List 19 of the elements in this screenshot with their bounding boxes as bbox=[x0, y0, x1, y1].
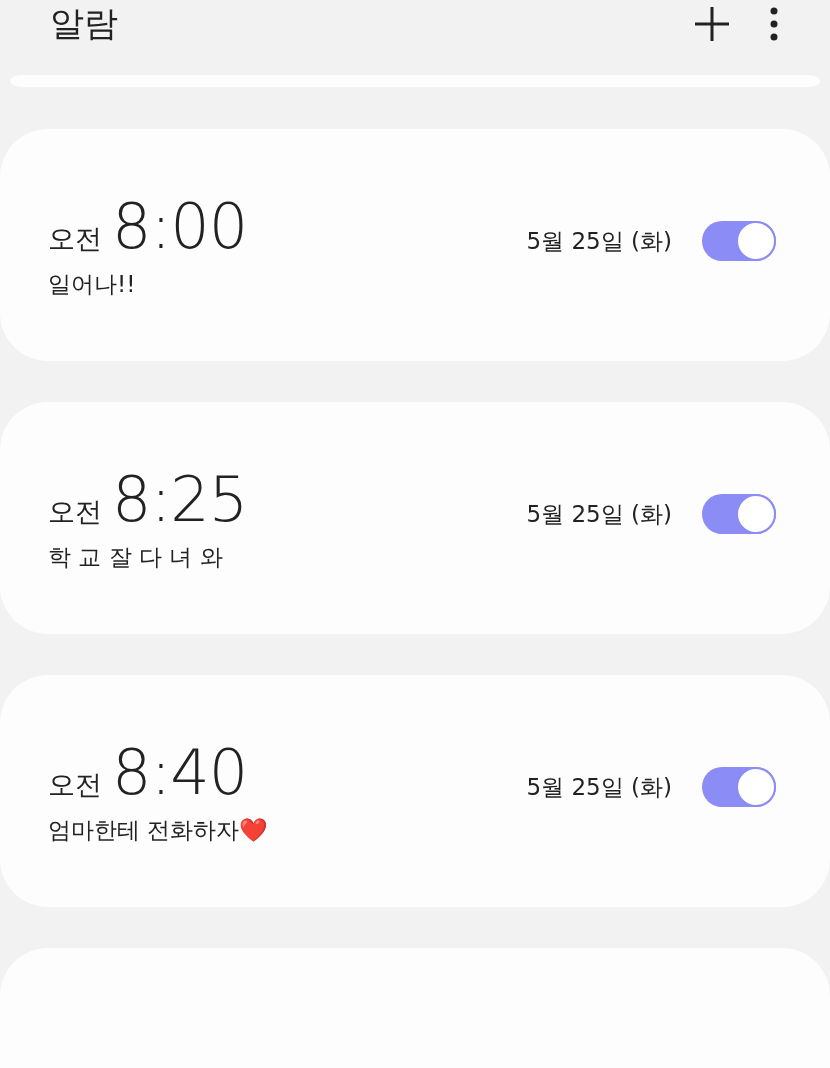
alarm-date: 5월 25일 (화) bbox=[526, 499, 672, 529]
alarm-date: 5월 25일 (화) bbox=[526, 772, 672, 802]
alarm-label: 일어나!! bbox=[48, 270, 137, 299]
alarm-time: 8:40 bbox=[112, 736, 248, 809]
alarm-toggle[interactable] bbox=[702, 221, 776, 261]
alarm-card[interactable]: 오전 8:25 학 교 잘 다 녀 와 5월 25일 (화) bbox=[0, 402, 830, 634]
alarm-time: 8:00 bbox=[112, 190, 248, 263]
alarm-label: 엄마한테 전화하자❤ bbox=[48, 816, 270, 845]
alarm-period: 오전 bbox=[48, 768, 102, 802]
alarm-time: 8:25 bbox=[112, 463, 248, 536]
page-title: 알람 bbox=[50, 2, 119, 45]
alarm-toggle[interactable] bbox=[702, 494, 776, 534]
alarm-label: 학 교 잘 다 녀 와 bbox=[48, 543, 224, 572]
alarm-card[interactable]: 오전 8:40 엄마한테 전화하자❤ 5월 25일 (화) bbox=[0, 675, 830, 907]
alarm-period: 오전 bbox=[48, 495, 102, 529]
alarm-period: 오전 bbox=[48, 222, 102, 256]
alarm-toggle[interactable] bbox=[702, 767, 776, 807]
alarm-card[interactable]: 오전 8:00 일어나!! 5월 25일 (화) bbox=[0, 129, 830, 361]
alarm-date: 5월 25일 (화) bbox=[526, 226, 672, 256]
